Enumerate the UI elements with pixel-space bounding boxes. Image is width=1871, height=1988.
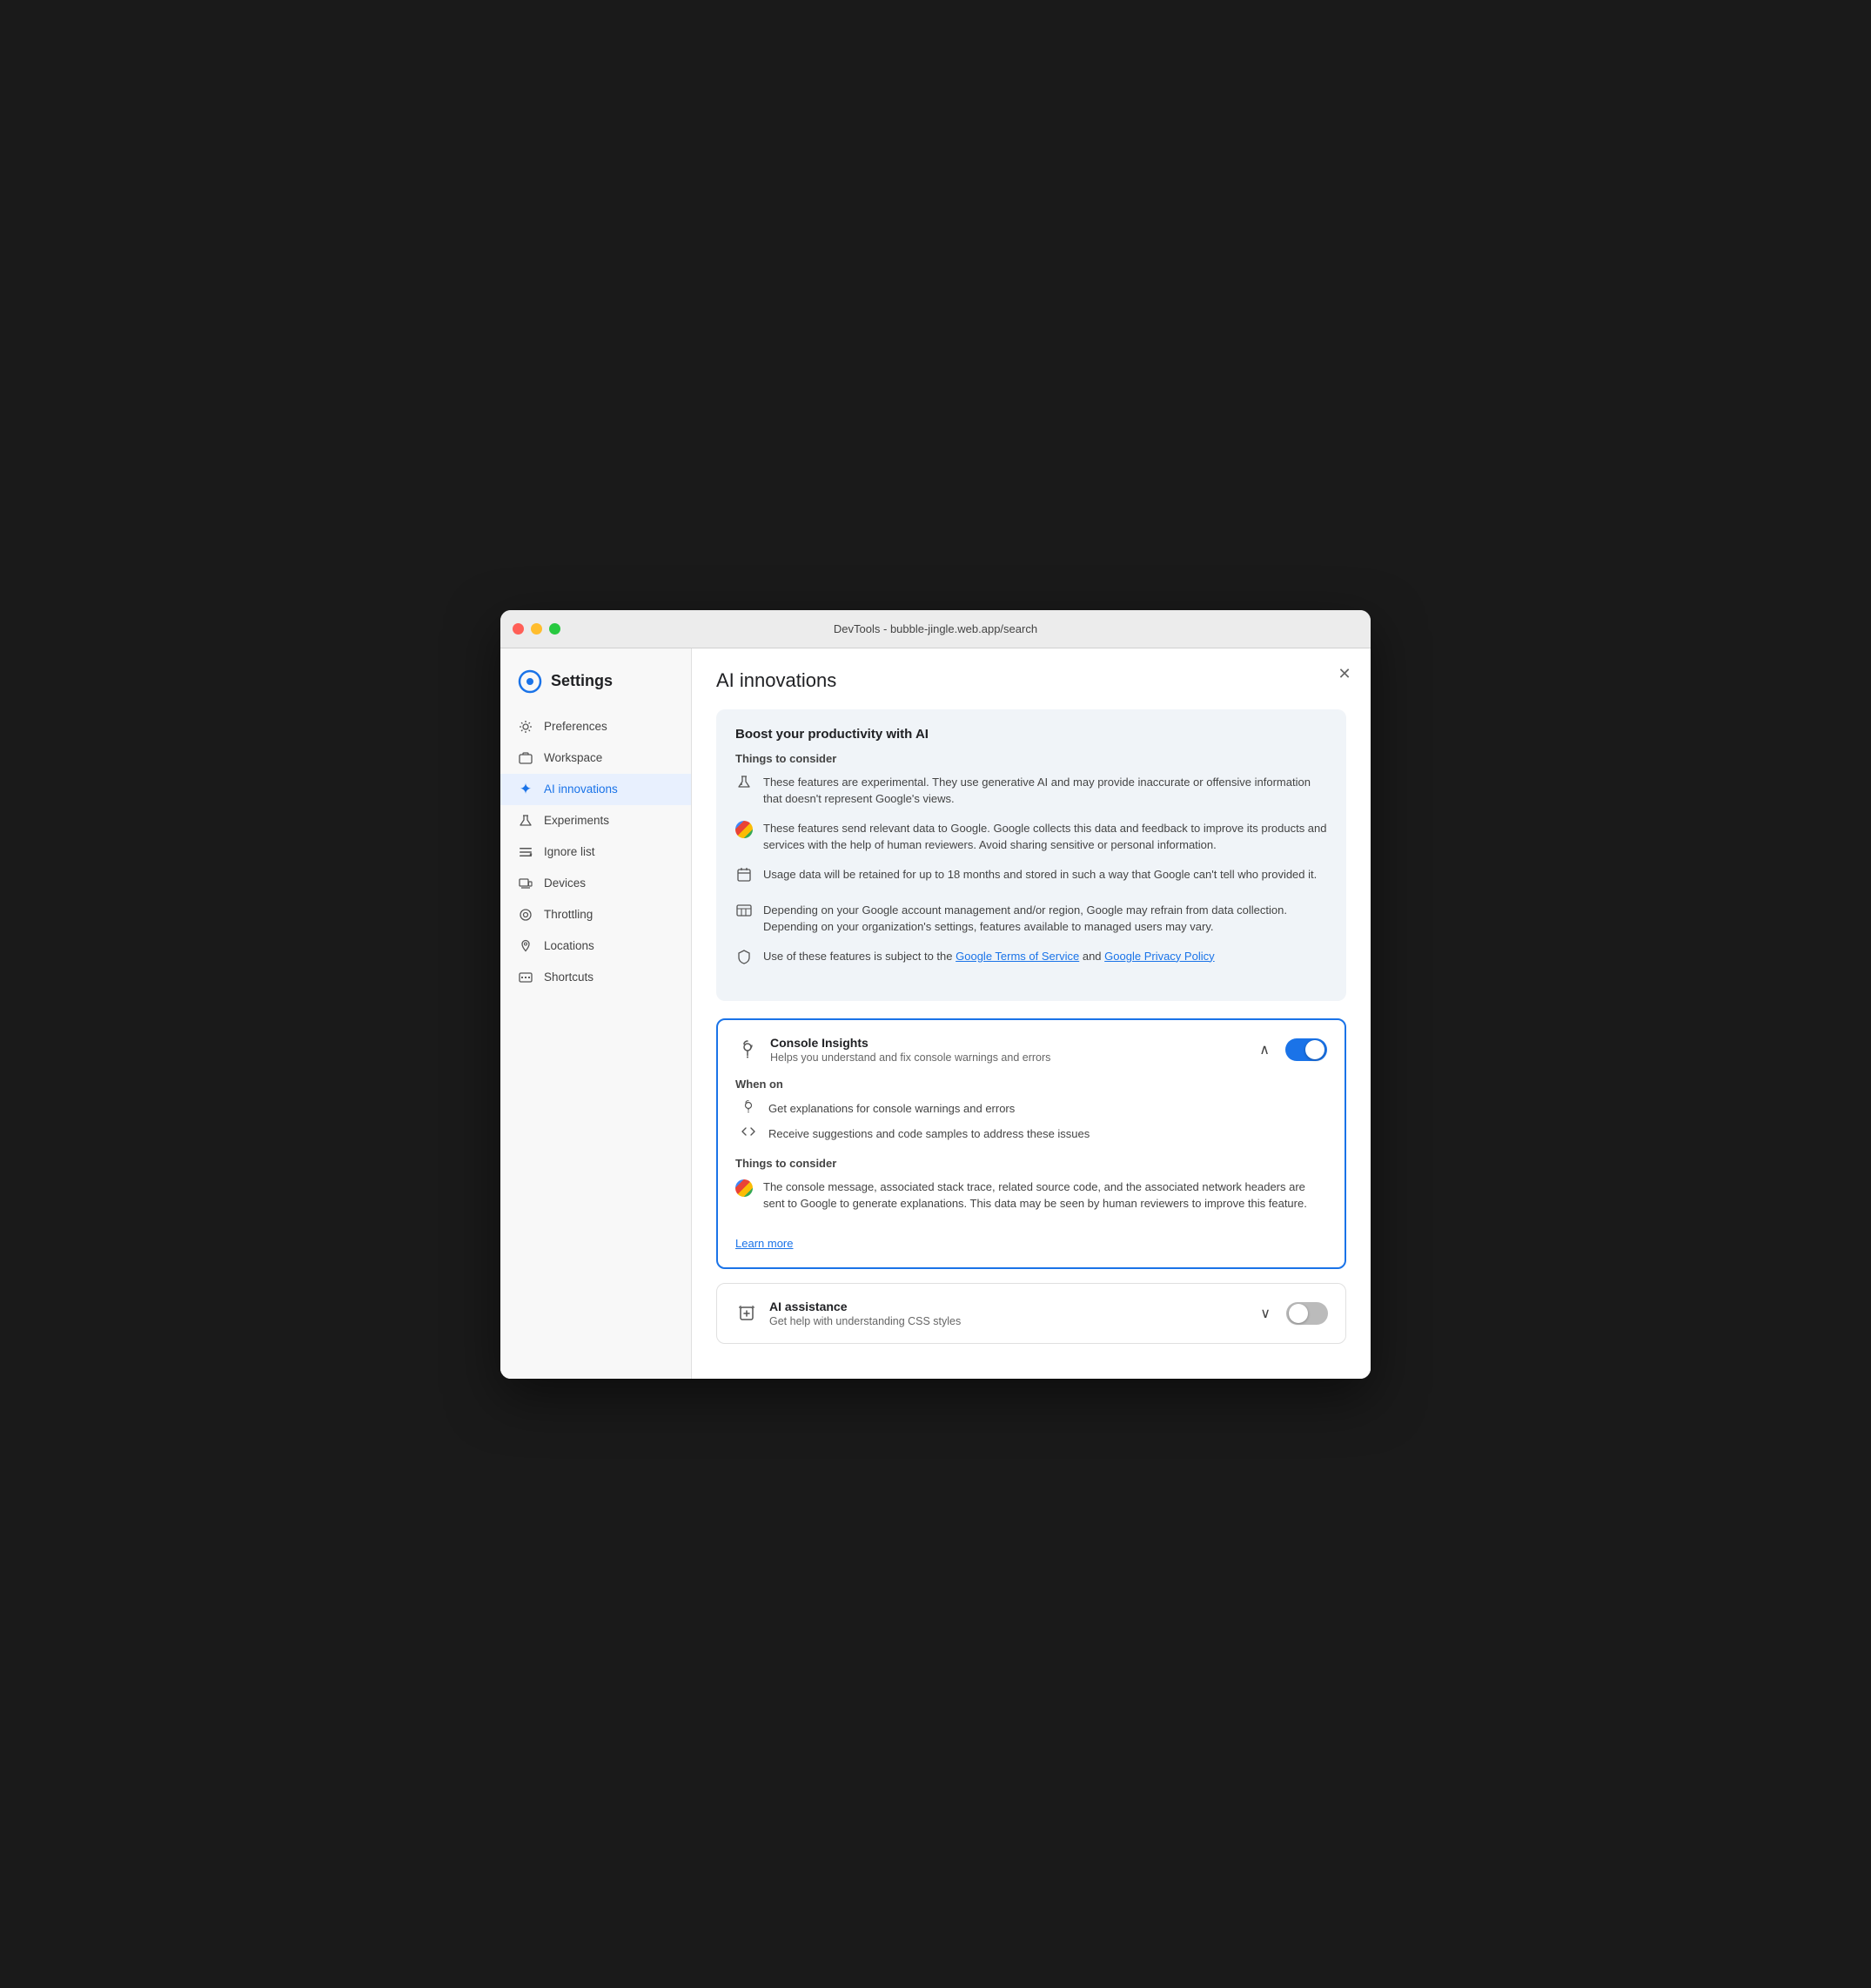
ai-assistance-toggle[interactable]	[1286, 1302, 1328, 1325]
info-item-account: Depending on your Google account managem…	[735, 902, 1327, 936]
console-insights-toggle[interactable]	[1285, 1038, 1327, 1061]
sidebar-item-throttling[interactable]: Throttling	[500, 899, 691, 930]
console-insights-subtitle: Helps you understand and fix console war…	[770, 1051, 1050, 1064]
info-text-account: Depending on your Google account managem…	[763, 902, 1327, 936]
experimental-icon	[735, 775, 753, 797]
things-title: Things to consider	[735, 1157, 1327, 1170]
when-on-text-suggestions: Receive suggestions and code samples to …	[768, 1127, 1090, 1140]
experiments-icon	[518, 813, 533, 829]
preferences-icon	[518, 719, 533, 735]
throttling-icon	[518, 907, 533, 923]
ai-assistance-header-left: AI assistance Get help with understandin…	[734, 1300, 961, 1327]
things-section: Things to consider The console message, …	[735, 1157, 1327, 1212]
close-window-button[interactable]	[513, 623, 524, 635]
things-item-google: The console message, associated stack tr…	[735, 1179, 1327, 1212]
sidebar-item-devices[interactable]: Devices	[500, 868, 691, 899]
learn-more-link[interactable]: Learn more	[735, 1237, 793, 1250]
console-insights-card: Console Insights Helps you understand an…	[716, 1018, 1346, 1269]
console-insights-title-group: Console Insights Helps you understand an…	[770, 1036, 1050, 1064]
close-panel-button[interactable]: ✕	[1332, 662, 1357, 687]
when-on-title: When on	[735, 1078, 1327, 1091]
console-insights-icon	[735, 1038, 760, 1062]
content-area: ✕ AI innovations Boost your productivity…	[692, 648, 1371, 1379]
ai-assistance-title: AI assistance	[769, 1300, 961, 1313]
sidebar-title: Settings	[551, 672, 613, 690]
sidebar-label-locations: Locations	[544, 939, 594, 952]
sidebar-item-ignore-list[interactable]: Ignore list	[500, 836, 691, 868]
info-card: Boost your productivity with AI Things t…	[716, 709, 1346, 1001]
info-card-subtitle: Things to consider	[735, 752, 1327, 765]
ai-assistance-subtitle: Get help with understanding CSS styles	[769, 1315, 961, 1327]
privacy-link[interactable]: Google Privacy Policy	[1104, 950, 1214, 963]
sidebar-label-ignore-list: Ignore list	[544, 845, 595, 858]
ignore-list-icon	[518, 844, 533, 860]
sidebar-label-experiments: Experiments	[544, 814, 609, 827]
console-insights-header: Console Insights Helps you understand an…	[735, 1036, 1327, 1064]
sidebar-item-experiments[interactable]: Experiments	[500, 805, 691, 836]
titlebar: DevTools - bubble-jingle.web.app/search	[500, 610, 1371, 648]
console-insights-collapse-button[interactable]: ∧	[1256, 1038, 1273, 1062]
sidebar-header: Settings	[500, 662, 691, 711]
ai-assistance-title-group: AI assistance Get help with understandin…	[769, 1300, 961, 1327]
info-text-retention: Usage data will be retained for up to 18…	[763, 866, 1317, 883]
sidebar-label-workspace: Workspace	[544, 751, 602, 764]
toggle-thumb	[1305, 1040, 1324, 1059]
workspace-icon	[518, 750, 533, 766]
main-content: Settings Preferences Workspace ✦ AI inno…	[500, 648, 1371, 1379]
info-text-tos: Use of these features is subject to the …	[763, 948, 1215, 965]
sidebar-label-ai-innovations: AI innovations	[544, 782, 618, 796]
window-controls	[513, 623, 560, 635]
ai-assistance-header: AI assistance Get help with understandin…	[734, 1300, 1328, 1327]
when-on-section: When on Get explanations for console war…	[735, 1078, 1327, 1143]
locations-icon	[518, 938, 533, 954]
sidebar: Settings Preferences Workspace ✦ AI inno…	[500, 648, 692, 1379]
sidebar-item-ai-innovations[interactable]: ✦ AI innovations	[500, 774, 691, 805]
when-on-item-explanations: Get explanations for console warnings an…	[735, 1099, 1327, 1118]
when-on-text-explanations: Get explanations for console warnings an…	[768, 1102, 1015, 1115]
account-icon	[735, 903, 753, 925]
ai-assistance-expand-button[interactable]: ∨	[1257, 1301, 1274, 1326]
titlebar-title: DevTools - bubble-jingle.web.app/search	[834, 622, 1037, 635]
maximize-window-button[interactable]	[549, 623, 560, 635]
tos-link[interactable]: Google Terms of Service	[956, 950, 1079, 963]
google-icon-1	[735, 821, 753, 845]
ai-assistance-icon	[734, 1301, 759, 1326]
ai-assistance-controls: ∨	[1257, 1301, 1328, 1326]
devices-icon	[518, 876, 533, 891]
page-title: AI innovations	[716, 669, 1346, 692]
info-card-title: Boost your productivity with AI	[735, 727, 1327, 742]
ai-toggle-thumb	[1289, 1304, 1308, 1323]
sidebar-item-locations[interactable]: Locations	[500, 930, 691, 962]
console-insights-header-left: Console Insights Helps you understand an…	[735, 1036, 1050, 1064]
minimize-window-button[interactable]	[531, 623, 542, 635]
sidebar-label-preferences: Preferences	[544, 720, 607, 733]
sidebar-item-preferences[interactable]: Preferences	[500, 711, 691, 742]
info-item-experimental: These features are experimental. They us…	[735, 774, 1327, 808]
bulb-icon	[739, 1099, 758, 1118]
sidebar-label-devices: Devices	[544, 876, 586, 890]
calendar-icon	[735, 867, 753, 890]
info-item-google-data: These features send relevant data to Goo…	[735, 820, 1327, 854]
when-on-item-suggestions: Receive suggestions and code samples to …	[735, 1125, 1327, 1143]
things-text-google: The console message, associated stack tr…	[763, 1179, 1327, 1212]
code-icon	[739, 1125, 758, 1143]
devtools-window: DevTools - bubble-jingle.web.app/search …	[500, 610, 1371, 1379]
info-text-google-data: These features send relevant data to Goo…	[763, 820, 1327, 854]
google-icon-2	[735, 1179, 753, 1204]
sidebar-label-shortcuts: Shortcuts	[544, 970, 593, 984]
console-insights-title: Console Insights	[770, 1036, 1050, 1050]
shield-icon	[735, 949, 753, 971]
sidebar-label-throttling: Throttling	[544, 908, 593, 921]
sidebar-item-workspace[interactable]: Workspace	[500, 742, 691, 774]
info-text-experimental: These features are experimental. They us…	[763, 774, 1327, 808]
shortcuts-icon	[518, 970, 533, 985]
info-item-tos: Use of these features is subject to the …	[735, 948, 1327, 971]
ai-assistance-card: AI assistance Get help with understandin…	[716, 1283, 1346, 1344]
sidebar-item-shortcuts[interactable]: Shortcuts	[500, 962, 691, 993]
settings-logo-icon	[518, 669, 542, 694]
console-insights-controls: ∧	[1256, 1038, 1327, 1062]
ai-innovations-icon: ✦	[518, 782, 533, 797]
info-item-retention: Usage data will be retained for up to 18…	[735, 866, 1327, 890]
